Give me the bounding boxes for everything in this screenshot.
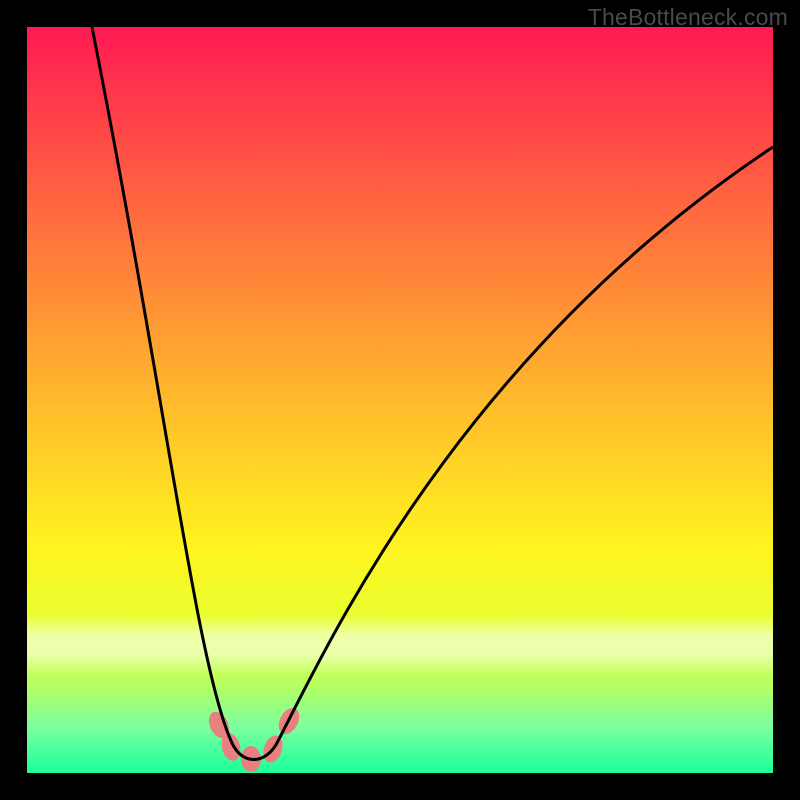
chart-plot-area xyxy=(27,27,773,773)
watermark-text: TheBottleneck.com xyxy=(588,4,788,31)
